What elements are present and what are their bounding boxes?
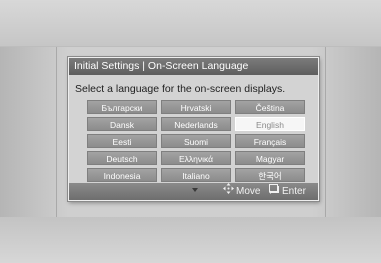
- background-top-band: [0, 0, 381, 46]
- language-option[interactable]: Suomi: [161, 134, 231, 148]
- background-bottom-band: [0, 217, 381, 263]
- move-hint: Move: [223, 183, 260, 200]
- language-option[interactable]: Dansk: [87, 117, 157, 131]
- language-option[interactable]: Ελληνικά: [161, 151, 231, 165]
- enter-hint-label: Enter: [282, 186, 306, 198]
- move-arrows-icon: [223, 183, 234, 200]
- background-divider-right: [325, 47, 326, 217]
- language-option[interactable]: 한국어: [235, 168, 305, 182]
- language-option[interactable]: Čeština: [235, 100, 305, 114]
- language-option[interactable]: Nederlands: [161, 117, 231, 131]
- language-option[interactable]: Français: [235, 134, 305, 148]
- language-option[interactable]: Indonesia: [87, 168, 157, 182]
- enter-icon: [269, 183, 280, 200]
- language-option[interactable]: Deutsch: [87, 151, 157, 165]
- scroll-down-icon[interactable]: [192, 188, 198, 192]
- move-hint-label: Move: [236, 186, 261, 198]
- language-option[interactable]: Eesti: [87, 134, 157, 148]
- enter-hint: Enter: [269, 183, 306, 200]
- dialog-title: Initial Settings | On-Screen Language: [69, 58, 318, 75]
- language-option[interactable]: Български: [87, 100, 157, 114]
- language-option[interactable]: Hrvatski: [161, 100, 231, 114]
- language-option[interactable]: English: [235, 117, 305, 131]
- dialog-prompt: Select a language for the on-screen disp…: [75, 83, 286, 95]
- language-option[interactable]: Italiano: [161, 168, 231, 182]
- language-dialog: Initial Settings | On-Screen Language Se…: [68, 57, 319, 201]
- language-option[interactable]: Magyar: [235, 151, 305, 165]
- language-grid: Български Hrvatski Čeština Dansk Nederla…: [87, 100, 305, 182]
- background-divider-left: [56, 47, 57, 217]
